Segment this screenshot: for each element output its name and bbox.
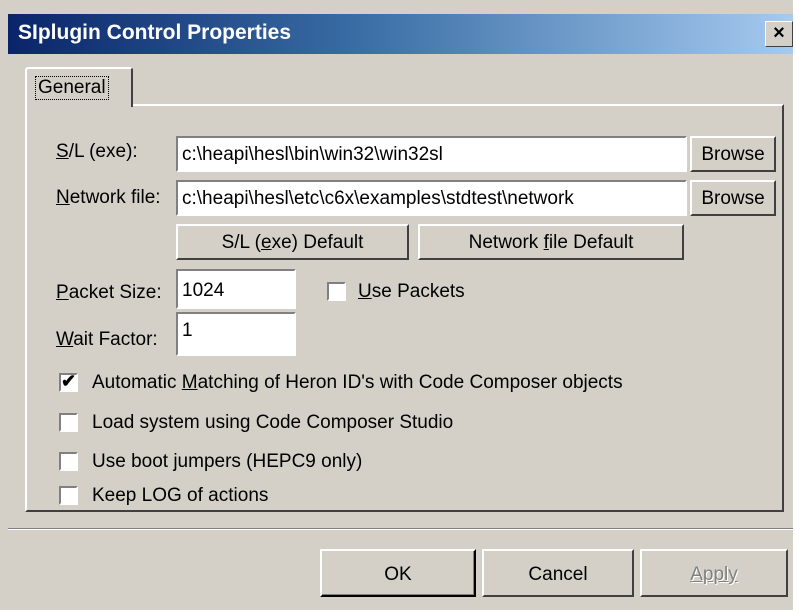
- ok-button[interactable]: OK: [320, 549, 476, 597]
- load-system-label: Load system using Code Composer Studio: [92, 412, 454, 433]
- keep-log-label: Keep LOG of actions: [92, 485, 269, 506]
- apply-button[interactable]: Apply: [640, 549, 788, 597]
- auto-matching-check-icon: ✔: [61, 371, 77, 391]
- auto-matching-label: Automatic Matching of Heron ID's with Co…: [92, 372, 623, 393]
- sl-exe-default-button[interactable]: S/L (exe) Default: [176, 224, 409, 260]
- boot-jumpers-checkbox[interactable]: [59, 452, 78, 471]
- sl-exe-label: S/L (exe):: [56, 141, 138, 162]
- cancel-button[interactable]: Cancel: [482, 549, 634, 597]
- boot-jumpers-label: Use boot jumpers (HEPC9 only): [92, 451, 363, 472]
- network-file-label: Network file:: [56, 187, 161, 208]
- sl-exe-browse-button[interactable]: Browse: [690, 136, 776, 172]
- title-bar[interactable]: SIplugin Control Properties ×: [8, 14, 793, 54]
- wait-factor-label: Wait Factor:: [56, 329, 158, 350]
- network-file-browse-button[interactable]: Browse: [690, 180, 776, 216]
- tab-general[interactable]: General: [25, 67, 133, 107]
- packet-size-field[interactable]: 1024: [176, 269, 296, 309]
- window-title: SIplugin Control Properties: [18, 21, 292, 44]
- tab-general-label: General: [35, 76, 109, 100]
- load-system-checkbox[interactable]: [59, 413, 78, 432]
- wait-factor-field[interactable]: 1: [176, 312, 296, 356]
- properties-dialog: SIplugin Control Properties × General S/…: [0, 0, 793, 610]
- keep-log-checkbox[interactable]: [59, 486, 78, 505]
- use-packets-checkbox[interactable]: [327, 282, 346, 301]
- footer-separator: [8, 528, 793, 530]
- sl-exe-field[interactable]: c:\heapi\hesl\bin\win32\win32sl: [176, 136, 687, 172]
- use-packets-label: Use Packets: [358, 281, 465, 302]
- network-file-default-button[interactable]: Network file Default: [418, 224, 684, 260]
- close-button[interactable]: ×: [765, 21, 793, 47]
- close-icon: ×: [773, 22, 785, 44]
- packet-size-label: Packet Size:: [56, 282, 162, 303]
- network-file-field[interactable]: c:\heapi\hesl\etc\c6x\examples\stdtest\n…: [176, 180, 687, 216]
- auto-matching-checkbox[interactable]: ✔: [59, 371, 78, 392]
